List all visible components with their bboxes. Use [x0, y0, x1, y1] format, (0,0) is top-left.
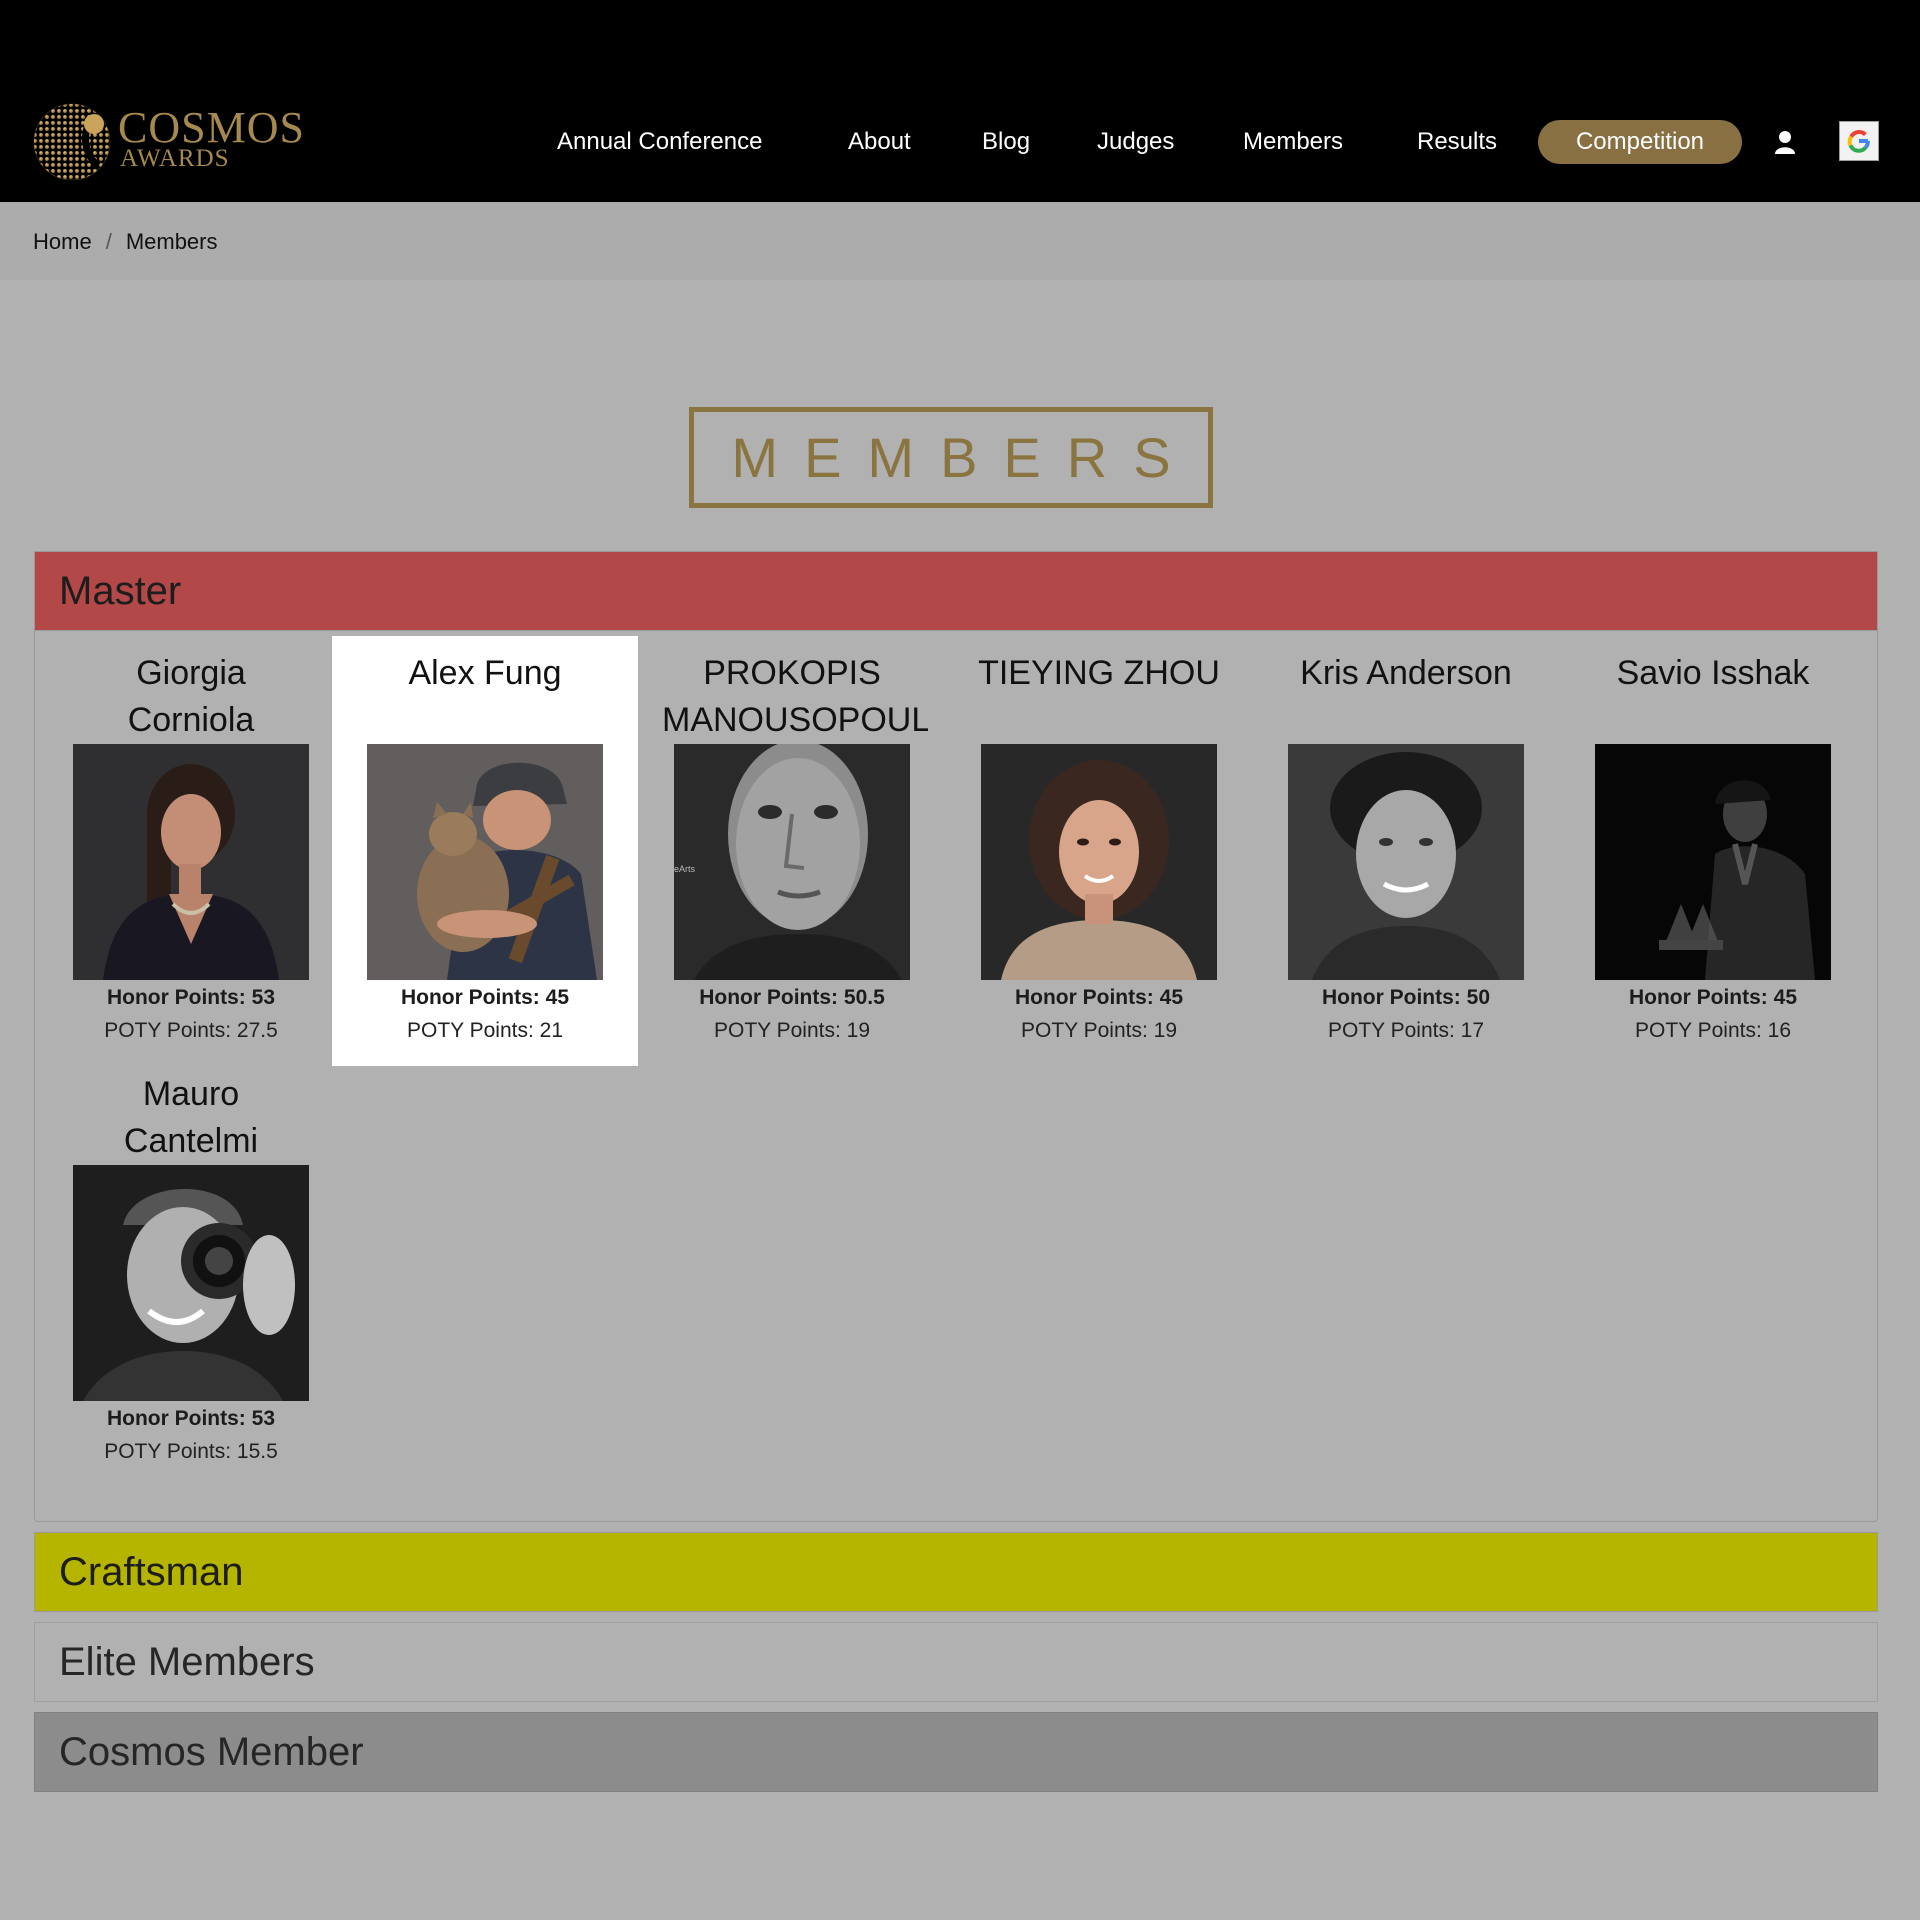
breadcrumb-home[interactable]: Home [33, 229, 92, 254]
poty-points: POTY Points: 17 [1327, 1019, 1485, 1042]
member-name: Mauro Cantelmi [123, 1075, 259, 1160]
poty-points: POTY Points: 16 [1634, 1019, 1792, 1042]
nav-judges[interactable]: Judges [1097, 120, 1174, 164]
member-card[interactable]: TIEYING ZHOU Honor Points: 45 POTY Point… [946, 636, 1252, 1048]
poty-points: POTY Points: 27.5 [104, 1019, 278, 1042]
page-title: MEMBERS [731, 426, 1197, 489]
nav-about[interactable]: About [848, 120, 911, 164]
member-photo [981, 744, 1217, 980]
breadcrumb-current: Members [125, 229, 218, 254]
section-header-cosmos-member[interactable]: Cosmos Member [34, 1712, 1878, 1792]
nav-results[interactable]: Results [1417, 120, 1497, 164]
member-photo [367, 744, 603, 980]
section-header-craftsman[interactable]: Craftsman [34, 1532, 1878, 1612]
member-name: Alex Fung [408, 654, 562, 692]
breadcrumb-separator: / [105, 229, 112, 254]
nav-members[interactable]: Members [1243, 120, 1343, 164]
member-name: Giorgia Corniola [127, 654, 255, 739]
logo-text-awards: AWARDS [120, 145, 230, 172]
member-photo [1595, 744, 1831, 980]
member-card[interactable]: Kris Anderson Honor Points: 50 POTY Poin… [1253, 636, 1559, 1048]
member-card[interactable]: Savio Isshak Honor Points: 45 POTY Point… [1560, 636, 1866, 1048]
nav-annual-conference[interactable]: Annual Conference [557, 120, 762, 164]
poty-points: POTY Points: 19 [713, 1019, 871, 1042]
member-name: Kris Anderson [1300, 654, 1512, 692]
section-header-master[interactable]: Master [34, 551, 1878, 631]
honor-points: Honor Points: 50.5 [699, 986, 885, 1009]
honor-points: Honor Points: 53 [106, 986, 275, 1009]
member-name: Savio Isshak [1616, 654, 1810, 692]
globe-icon [33, 103, 111, 181]
section-body-master: Giorgia Corniola Honor Points: 53 POTY Po… [34, 630, 1878, 1522]
member-photo [73, 1165, 309, 1401]
member-card[interactable]: Mauro Cantelmi Honor Points: 53 POTY Poin… [38, 1057, 344, 1469]
google-icon [1847, 130, 1870, 153]
poty-points: POTY Points: 15.5 [104, 1440, 278, 1463]
competition-button[interactable]: Competition [1538, 120, 1742, 164]
google-signin-button[interactable] [1839, 121, 1879, 161]
member-photo [1288, 744, 1524, 980]
member-photo [73, 744, 309, 980]
honor-points: Honor Points: 45 [1014, 986, 1183, 1009]
member-card[interactable]: Alex Fung Honor Points: 45 POTY Points: … [332, 636, 638, 1066]
page-title-frame: MEMBERS [689, 407, 1213, 508]
member-photo: eArts [674, 744, 910, 980]
nav-blog[interactable]: Blog [982, 120, 1030, 164]
member-name: TIEYING ZHOU [978, 654, 1220, 692]
member-name: PROKOPISMANOUSOPOULOS [662, 654, 928, 739]
svg-text:eArts: eArts [674, 864, 696, 874]
user-icon[interactable] [1774, 130, 1796, 154]
logo-text-cosmos: COSMOS [118, 103, 305, 152]
cosmos-awards-logo[interactable]: COSMOS AWARDS [32, 100, 322, 184]
breadcrumb: Home / Members [33, 228, 218, 256]
honor-points: Honor Points: 45 [1628, 986, 1797, 1009]
section-header-elite-members[interactable]: Elite Members [34, 1622, 1878, 1702]
breadcrumb-bar [0, 202, 1920, 280]
poty-points: POTY Points: 21 [406, 1019, 564, 1042]
honor-points: Honor Points: 45 [400, 986, 569, 1009]
honor-points: Honor Points: 50 [1321, 986, 1490, 1009]
poty-points: POTY Points: 19 [1020, 1019, 1178, 1042]
member-card[interactable]: Giorgia Corniola Honor Points: 53 POTY Po… [38, 636, 344, 1048]
honor-points: Honor Points: 53 [106, 1407, 275, 1430]
member-card[interactable]: PROKOPISMANOUSOPOULOS eArts Honor Points… [639, 636, 945, 1048]
